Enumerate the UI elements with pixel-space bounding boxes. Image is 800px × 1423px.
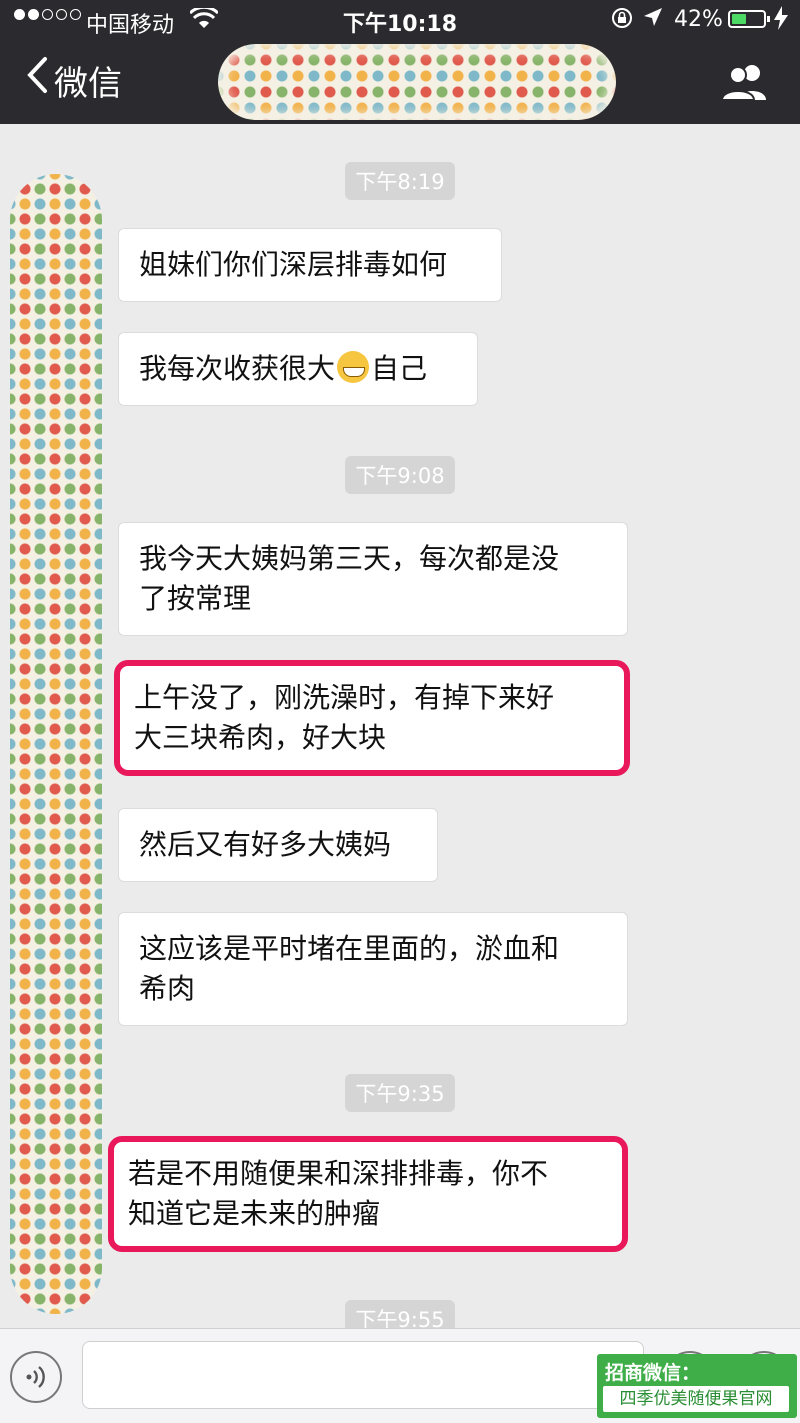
message-bubble[interactable]: 这应该是平时堵在里面的，淤血和 希肉	[118, 912, 628, 1026]
battery-percent: 42%	[674, 7, 723, 32]
timestamp: 下午8:19	[0, 162, 800, 200]
message-text-line: 这应该是平时堵在里面的，淤血和	[139, 932, 560, 965]
chat-area[interactable]: 下午8:19 姐妹们你们深层排毒如何 我每次收获很大 自己 下午9:08 我今天大…	[0, 124, 800, 1328]
message-text-line: 了按常理	[139, 582, 252, 615]
message-text-line: 上午没了，刚洗澡时，有掉下来好	[134, 681, 555, 714]
message-bubble-highlighted[interactable]: 若是不用随便果和深排排毒，你不 知道它是未来的肿瘤	[108, 1136, 628, 1252]
message-text-line: 大三块希肉，好大块	[134, 721, 387, 754]
location-icon	[642, 6, 664, 34]
message-bubble-highlighted[interactable]: 上午没了，刚洗澡时，有掉下来好 大三块希肉，好大块	[114, 660, 630, 776]
back-label: 微信	[54, 64, 122, 104]
voice-icon[interactable]	[10, 1351, 62, 1403]
message-text: 姐妹们你们深层排毒如何	[139, 248, 448, 281]
message-text: 我每次收获很大	[139, 352, 336, 385]
message-bubble[interactable]: 我每次收获很大 自己	[118, 332, 478, 406]
back-button[interactable]: 微信	[26, 56, 122, 105]
timestamp: 下午9:35	[0, 1074, 800, 1112]
charging-icon	[774, 6, 788, 36]
orientation-lock-icon	[610, 6, 634, 36]
nav-bar: 微信	[0, 40, 800, 124]
group-members-icon[interactable]	[718, 62, 770, 102]
message-text: 然后又有好多大姨妈	[139, 828, 392, 861]
chevron-left-icon	[26, 56, 48, 101]
grin-emoji-icon	[337, 351, 370, 383]
chat-title-obscured	[218, 44, 616, 120]
timestamp: 下午9:08	[0, 456, 800, 494]
message-text-line: 知道它是未来的肿瘤	[128, 1197, 381, 1230]
watermark-line2: 四季优美随便果官网	[603, 1386, 789, 1412]
message-text-line: 我今天大姨妈第三天，每次都是没	[139, 542, 560, 575]
sender-avatar-obscured	[10, 174, 102, 1314]
message-input[interactable]	[82, 1341, 644, 1409]
message-bubble[interactable]: 姐妹们你们深层排毒如何	[118, 228, 502, 302]
timestamp: 下午9:55	[0, 1300, 800, 1328]
top-bar: 中国移动 下午10:18 42% 微信	[0, 0, 800, 124]
message-text: 自己	[371, 352, 428, 385]
status-bar: 中国移动 下午10:18 42%	[0, 0, 800, 40]
battery-icon	[728, 10, 770, 28]
message-text-line: 若是不用随便果和深排排毒，你不	[128, 1157, 549, 1190]
message-text-line: 希肉	[139, 972, 196, 1005]
watermark: 招商微信：zmmhao88 四季优美随便果官网	[597, 1354, 797, 1418]
message-bubble[interactable]: 我今天大姨妈第三天，每次都是没 了按常理	[118, 522, 628, 636]
message-bubble[interactable]: 然后又有好多大姨妈	[118, 808, 438, 882]
